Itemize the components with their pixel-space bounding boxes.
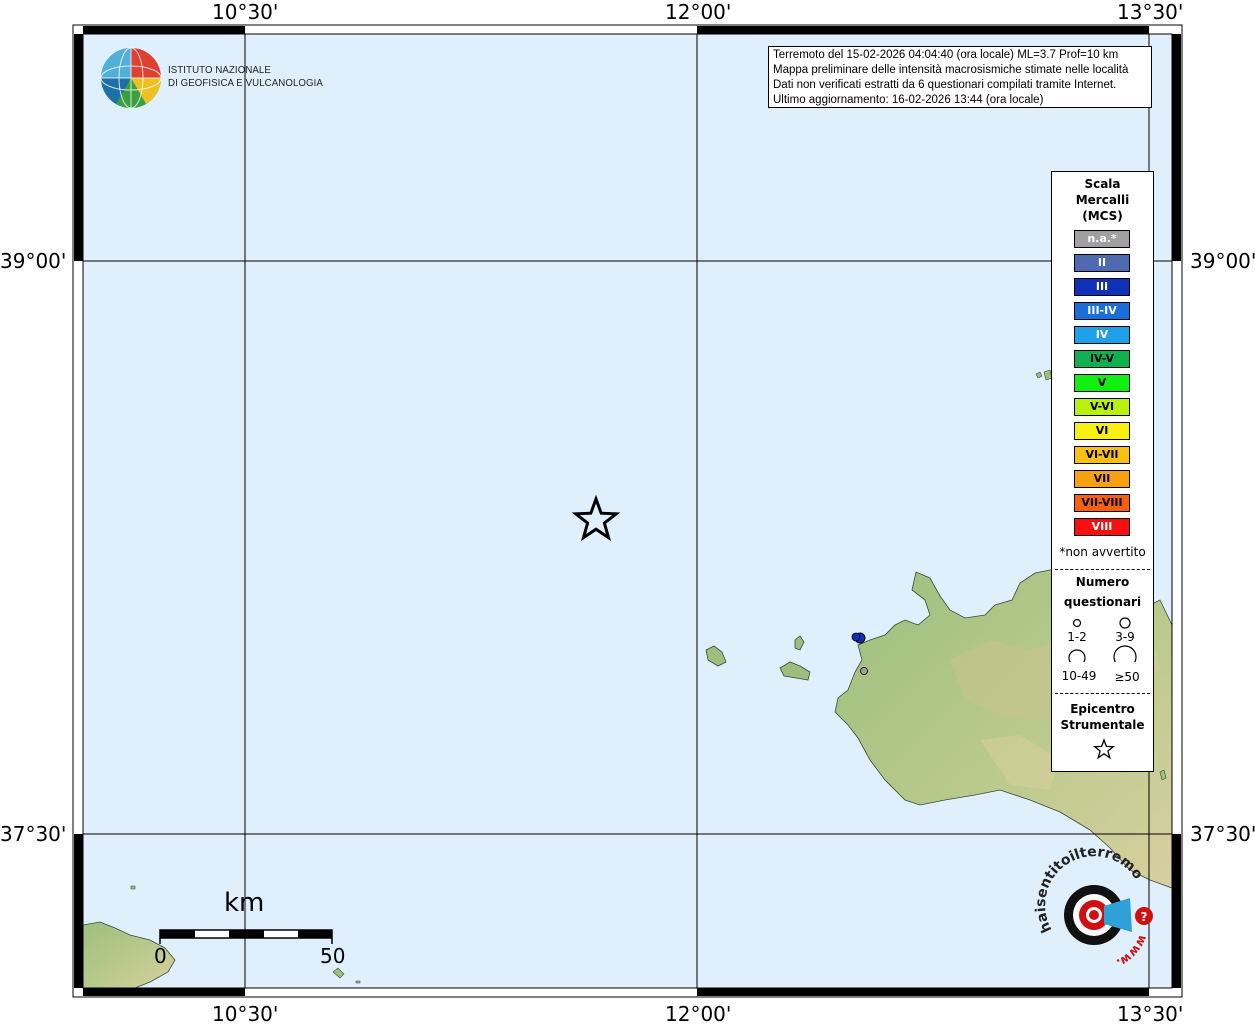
info-line-2: Mappa preliminare delle intensità macros…	[773, 64, 1129, 76]
lon-label-top-1: 10°30'	[212, 0, 279, 24]
count-symbol-medium	[1119, 617, 1131, 629]
lon-label-top-2: 12°00'	[665, 0, 732, 24]
intensity-swatch: III-IV	[1074, 302, 1130, 320]
intensity-swatch: VI-VII	[1074, 446, 1130, 464]
lon-label-bottom-1: 10°30'	[212, 1002, 279, 1026]
intensity-swatch: VII-VIII	[1074, 494, 1130, 512]
event-info-box: Terremoto del 15-02-2026 04:04:40 (ora l…	[768, 46, 1152, 108]
scale-end: 50	[320, 944, 346, 968]
info-line-1: Terremoto del 15-02-2026 04:04:40 (ora l…	[773, 49, 1119, 61]
count-title-1: Numero	[1075, 575, 1130, 589]
intensity-swatch: VIII	[1074, 518, 1130, 536]
ingv-logo-icon	[100, 47, 162, 109]
count-label-1: 1-2	[1067, 630, 1087, 644]
epicenter-title-2: Strumentale	[1060, 718, 1145, 732]
count-symbol-small	[1072, 618, 1082, 628]
legend-title-1: Scala	[1084, 177, 1121, 191]
legend-panel: Scala Mercalli (MCS) n.a.* II III III-IV IV I…	[1051, 171, 1154, 772]
logo-line-1: ISTITUTO NAZIONALE	[168, 64, 271, 76]
count-title-2: questionari	[1063, 595, 1142, 609]
count-label-3: 10-49	[1061, 669, 1097, 683]
intensity-swatch: V	[1074, 374, 1130, 392]
intensity-swatch: III	[1074, 278, 1130, 296]
intensity-swatch: II	[1074, 254, 1130, 272]
scale-start: 0	[154, 944, 167, 968]
info-line-3: Dati non verificati estratti da 6 questi…	[773, 79, 1117, 91]
lat-label-right-2: 37°30'	[1190, 822, 1255, 846]
logo-line-2: DI GEOFISICA E VULCANOLOGIA	[168, 77, 323, 89]
scale-unit: km	[224, 888, 265, 918]
intensity-swatch: IV-V	[1074, 350, 1130, 368]
lon-label-top-3: 13°30'	[1117, 0, 1184, 24]
legend-title-3: (MCS)	[1082, 209, 1123, 223]
intensity-point-iii[interactable]	[851, 632, 861, 642]
intensity-swatch: VI	[1074, 422, 1130, 440]
island-dot	[355, 980, 361, 984]
intensity-swatch: VII	[1074, 470, 1130, 488]
sea-area	[83, 34, 1172, 988]
legend-divider	[1055, 569, 1150, 570]
count-symbol-xlarge	[1113, 645, 1137, 662]
ingv-logo-text: ISTITUTO NAZIONALE DI GEOFISICA E VULCAN…	[168, 64, 323, 90]
lat-label-left-2: 37°30'	[0, 822, 67, 846]
legend-title-2: Mercalli	[1075, 193, 1130, 207]
island-dot	[130, 885, 136, 890]
lon-label-bottom-2: 12°00'	[665, 1002, 732, 1026]
count-symbol-large	[1068, 649, 1086, 662]
intensity-swatch: n.a.*	[1074, 230, 1130, 248]
count-label-2: 3-9	[1115, 630, 1135, 644]
lon-label-bottom-3: 13°30'	[1117, 1002, 1184, 1026]
lat-label-right-1: 39°00'	[1190, 249, 1255, 273]
info-line-4: Ultimo aggiornamento: 16-02-2026 13:44 (…	[773, 94, 1044, 106]
intensity-swatch: V-VI	[1074, 398, 1130, 416]
lat-label-left-1: 39°00'	[0, 249, 67, 273]
intensity-point-na[interactable]	[860, 667, 868, 675]
count-label-4: ≥50	[1114, 670, 1140, 684]
epicenter-title-1: Epicentro	[1070, 702, 1135, 716]
svg-text:?: ?	[1141, 910, 1148, 924]
intensity-swatch: IV	[1074, 326, 1130, 344]
not-felt-note: *non avvertito	[1059, 545, 1146, 559]
epicenter-legend-star-icon	[1093, 738, 1115, 760]
legend-divider	[1055, 693, 1150, 694]
